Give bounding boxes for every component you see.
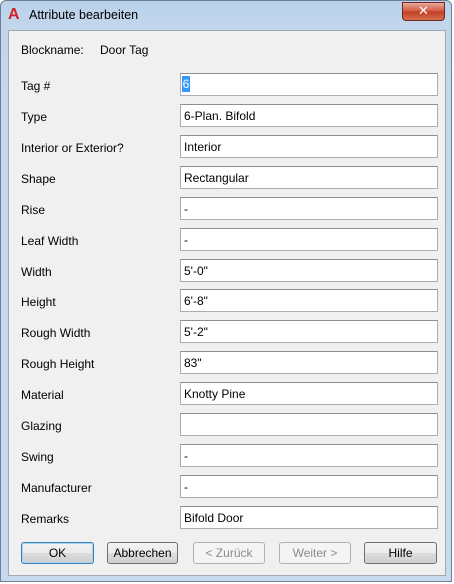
attribute-input-type[interactable] <box>180 104 438 127</box>
title-bar[interactable]: A Attribute bearbeiten ✕ <box>1 1 453 31</box>
attribute-label: Width <box>21 265 52 279</box>
attribute-label: Rough Width <box>21 326 91 340</box>
attribute-input-height[interactable] <box>180 289 438 312</box>
attribute-input-tag[interactable] <box>180 73 438 96</box>
attribute-input-leaf-width[interactable] <box>180 228 438 251</box>
ok-button[interactable]: OK <box>21 542 94 564</box>
attribute-label: Material <box>21 388 64 402</box>
close-icon: ✕ <box>418 4 429 19</box>
attribute-input-swing[interactable] <box>180 444 438 467</box>
attribute-label: Shape <box>21 172 56 186</box>
back-button[interactable]: < Zurück <box>193 542 265 564</box>
attribute-input-manufacturer[interactable] <box>180 475 438 498</box>
cancel-button[interactable]: Abbrechen <box>107 542 178 564</box>
blockname-value: Door Tag <box>100 43 149 57</box>
attribute-row-tag: Tag # 6 <box>9 73 447 97</box>
attribute-label: Rough Height <box>21 357 95 371</box>
attribute-input-interior-exterior[interactable] <box>180 135 438 158</box>
autocad-icon: A <box>8 6 20 23</box>
window-title: Attribute bearbeiten <box>29 8 139 22</box>
dialog-window: A Attribute bearbeiten ✕ Blockname: Door… <box>0 0 452 582</box>
close-button[interactable]: ✕ <box>402 2 445 21</box>
attribute-row-type: Type <box>9 104 447 128</box>
attribute-row-interior-exterior: Interior or Exterior? <box>9 135 447 159</box>
attribute-label: Remarks <box>21 512 70 526</box>
attribute-row-rise: Rise <box>9 197 447 221</box>
attribute-row-leaf-width: Leaf Width <box>9 228 447 252</box>
attribute-row-swing: Swing <box>9 444 447 468</box>
attribute-row-height: Height <box>9 289 447 313</box>
attribute-row-material: Material <box>9 382 447 406</box>
attribute-row-remarks: Remarks <box>9 506 447 530</box>
attribute-label: Manufacturer <box>21 481 92 495</box>
attribute-label: Leaf Width <box>21 234 79 248</box>
attribute-input-rough-width[interactable] <box>180 320 438 343</box>
attribute-row-manufacturer: Manufacturer <box>9 475 447 499</box>
attribute-label: Rise <box>21 203 46 217</box>
attribute-input-width[interactable] <box>180 259 438 282</box>
attribute-input-shape[interactable] <box>180 166 438 189</box>
blockname-label: Blockname: <box>21 43 84 57</box>
attribute-row-rough-width: Rough Width <box>9 320 447 344</box>
attribute-label: Swing <box>21 450 54 464</box>
attribute-row-width: Width <box>9 259 447 283</box>
attribute-input-glazing[interactable] <box>180 413 438 436</box>
attribute-label: Tag # <box>21 79 51 93</box>
next-button[interactable]: Weiter > <box>279 542 351 564</box>
attribute-label: Interior or Exterior? <box>21 141 124 155</box>
attribute-label: Type <box>21 110 48 124</box>
attribute-input-rise[interactable] <box>180 197 438 220</box>
attribute-row-glazing: Glazing <box>9 413 447 437</box>
attribute-input-remarks[interactable] <box>180 506 438 529</box>
attribute-row-rough-height: Rough Height <box>9 351 447 375</box>
attribute-label: Glazing <box>21 419 62 433</box>
help-button[interactable]: Hilfe <box>364 542 437 564</box>
dialog-body: Blockname: Door Tag Tag # 6 Type Interio… <box>8 30 446 576</box>
attribute-label: Height <box>21 295 56 309</box>
attribute-input-rough-height[interactable] <box>180 351 438 374</box>
attribute-row-shape: Shape <box>9 166 447 190</box>
attribute-input-material[interactable] <box>180 382 438 405</box>
